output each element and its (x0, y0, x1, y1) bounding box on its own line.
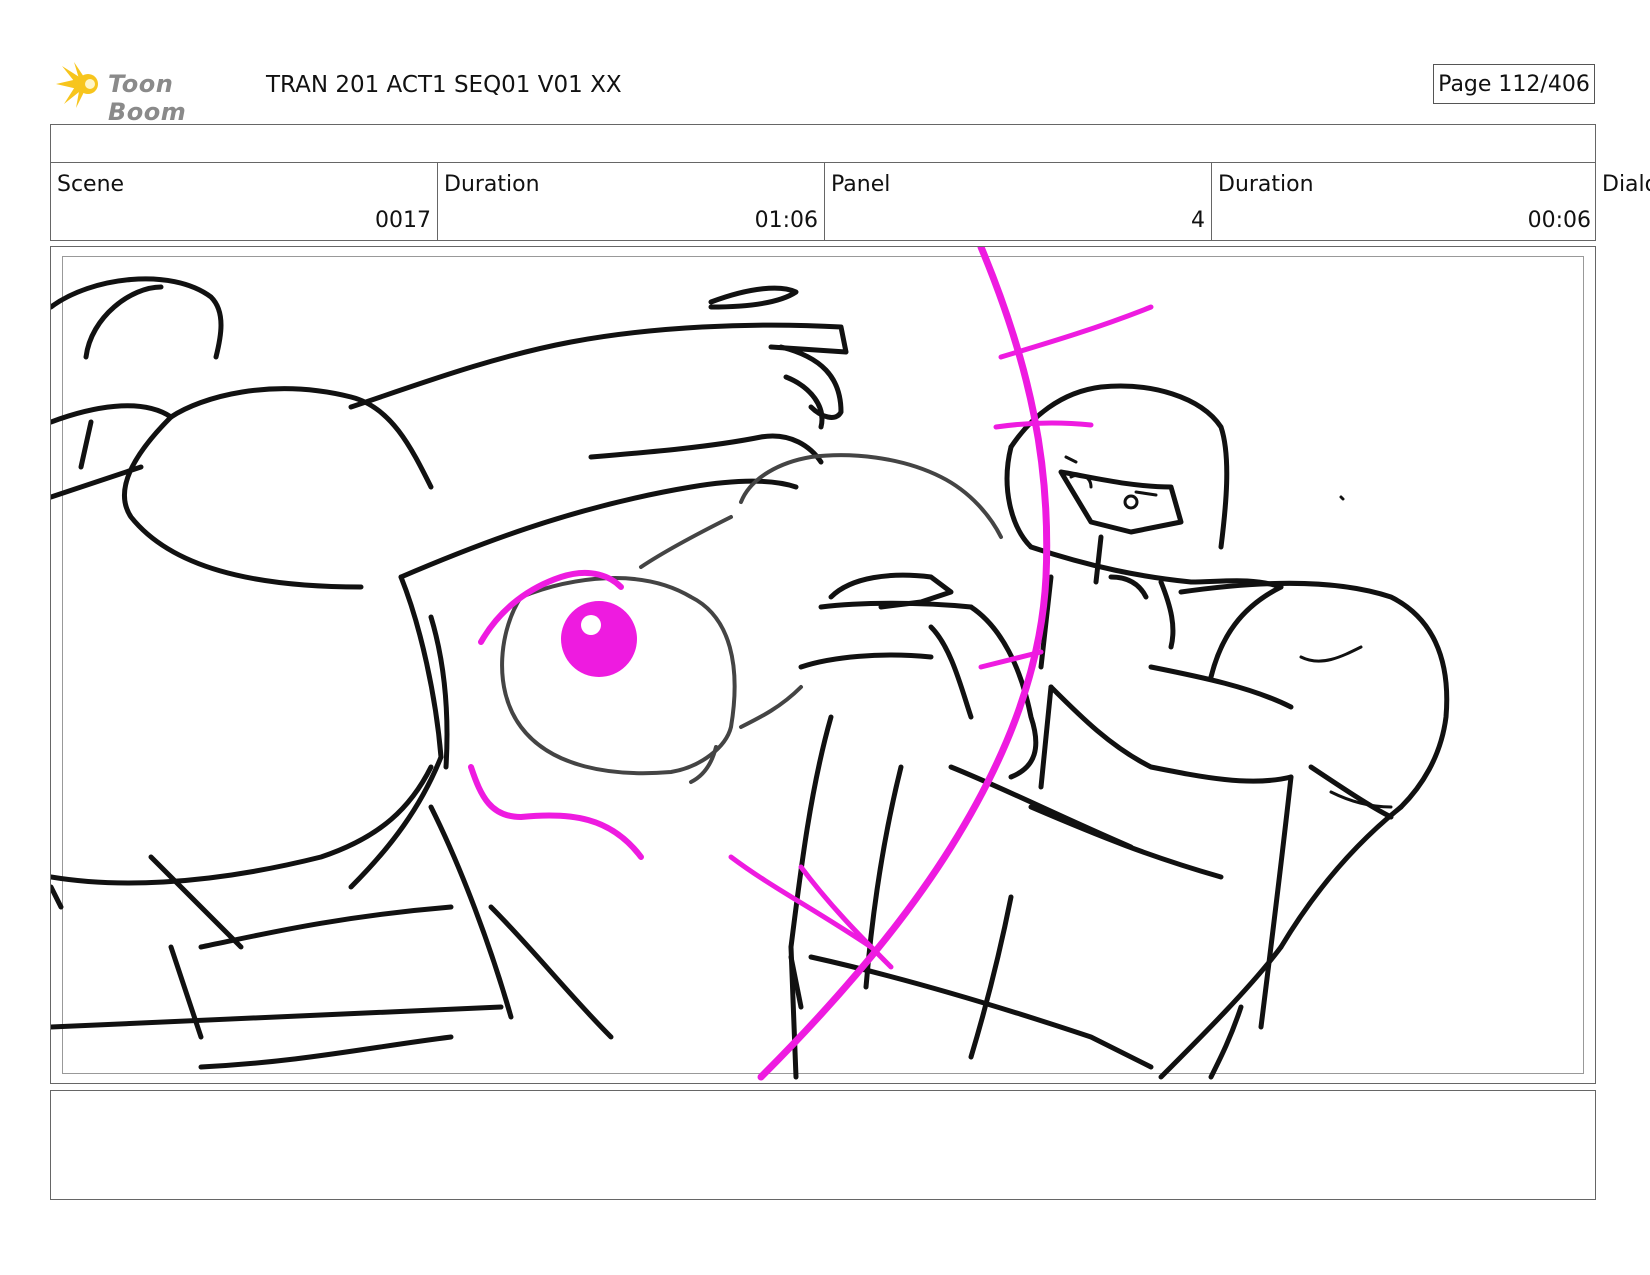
panel-duration-value: 00:06 (1527, 208, 1591, 233)
panel-duration-label: Duration (1218, 172, 1314, 197)
starburst-logo-icon (56, 62, 98, 108)
logo-text: Toon Boom (108, 70, 187, 126)
panel-duration-cell: Duration 00:06 (1212, 162, 1597, 240)
page-indicator: Page 112/406 (1433, 64, 1595, 104)
header-strip (50, 124, 1596, 163)
dialog-label: Dialo (1602, 172, 1650, 197)
scene-value: 0017 (375, 208, 431, 233)
sketch-drawing (51, 247, 1450, 1081)
panel-label: Panel (831, 172, 891, 197)
scene-info-row: Scene 0017 Duration 01:06 Panel 4 Durati… (50, 162, 1596, 241)
storyboard-panel (50, 246, 1596, 1084)
scene-duration-label: Duration (444, 172, 540, 197)
black-sketch-lines (51, 276, 1450, 1080)
scene-duration-cell: Duration 01:06 (438, 162, 825, 240)
panel-value: 4 (1191, 208, 1205, 233)
scene-duration-value: 01:06 (754, 208, 818, 233)
panel-cell: Panel 4 (825, 162, 1212, 240)
magenta-pupil (561, 601, 637, 677)
notes-box (50, 1090, 1596, 1200)
scene-label: Scene (57, 172, 125, 197)
scene-cell: Scene 0017 (51, 162, 438, 240)
toon-boom-logo: Toon Boom (52, 58, 252, 126)
document-title: TRAN 201 ACT1 SEQ01 V01 XX (266, 72, 622, 98)
